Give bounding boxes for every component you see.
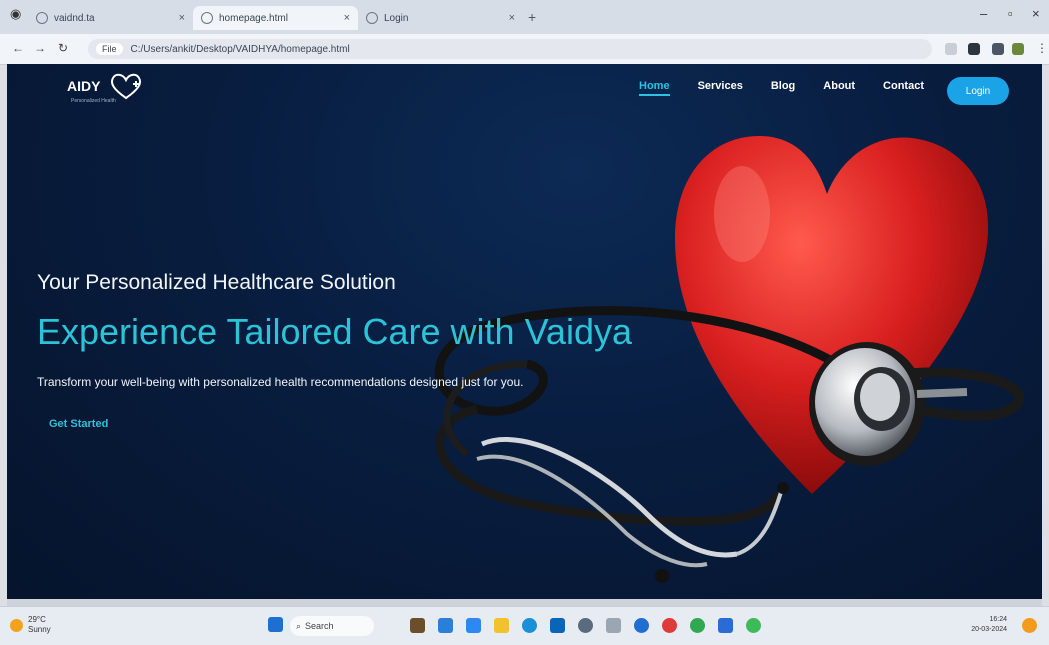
clock-time: 16:24 [989,616,1007,623]
tab-1[interactable]: vaidnd.ta × [28,6,193,30]
weather-text: Sunny [28,625,51,634]
forward-icon[interactable]: → [34,41,46,55]
tab-label: homepage.html [219,12,288,24]
browser-tab-bar: ◉ vaidnd.ta × homepage.html × Login × + … [0,0,1049,34]
horizontal-scrollbar[interactable] [7,599,1042,606]
weather-widget[interactable]: 29°C Sunny [10,615,51,635]
file-chip[interactable]: File [96,43,123,55]
weather-temp: 29°C [28,615,46,624]
search-icon: ⌕ [296,620,302,631]
url-text: C:/Users/ankit/Desktop/VAIDHYA/homepage.… [130,43,350,55]
minimize-icon[interactable]: – [980,6,987,21]
app-icon-3[interactable] [606,618,621,633]
hero-description: Transform your well-being with personali… [37,375,524,389]
start-icon[interactable] [268,617,283,632]
extension-icon[interactable] [1012,43,1024,55]
clock-date: 20-03-2024 [971,626,1007,633]
tab-label: vaidnd.ta [54,12,95,24]
url-bar[interactable]: File C:/Users/ankit/Desktop/VAIDHYA/home… [88,39,932,59]
search-placeholder: Search [305,621,334,631]
close-tab-icon[interactable]: × [509,12,515,24]
tab-2[interactable]: homepage.html × [193,6,358,30]
menu-icon[interactable]: ⋮ [1036,41,1048,55]
address-toolbar: ← → ↻ File C:/Users/ankit/Desktop/VAIDHY… [0,34,1049,65]
system-tray[interactable]: 16:24 20-03-2024 [971,615,1007,635]
globe-icon [36,12,48,24]
vscode-icon[interactable] [718,618,733,633]
bookmark-icon[interactable] [945,43,957,55]
close-window-icon[interactable]: × [1032,6,1040,21]
web-page: AIDY Personalized Health Home Services B… [7,64,1042,599]
profile-icon[interactable] [968,43,980,55]
tab-label: Login [384,12,409,24]
chrome-icon[interactable] [690,618,705,633]
app-icon-6[interactable] [746,618,761,633]
task-view-icon[interactable] [438,618,453,633]
reload-icon[interactable]: ↻ [58,41,68,55]
back-icon[interactable]: ← [12,41,24,55]
globe-icon [366,12,378,24]
app-icon-4[interactable] [634,618,649,633]
widgets-icon[interactable] [410,618,425,633]
taskbar: 29°C Sunny ⌕ Search 16:24 20-03-2024 [0,606,1049,645]
file-explorer-icon[interactable] [494,618,509,633]
edge-icon[interactable] [522,618,537,633]
hero-title: Experience Tailored Care with Vaidya [37,311,632,352]
sidebar-icon[interactable] [992,43,1004,55]
close-tab-icon[interactable]: × [179,12,185,24]
tab-3[interactable]: Login × [358,6,523,30]
notification-icon[interactable] [1022,618,1037,633]
app-icon-5[interactable] [662,618,677,633]
tab-menu-icon[interactable]: ◉ [10,6,21,22]
maximize-icon[interactable]: ▫ [1008,6,1013,21]
mail-icon[interactable] [550,618,565,633]
new-tab-button[interactable]: + [528,9,536,25]
close-tab-icon[interactable]: × [344,12,350,24]
sun-icon [10,618,23,632]
taskbar-search[interactable]: ⌕ Search [290,616,374,636]
get-started-button[interactable]: Get Started [49,418,108,430]
globe-icon [201,12,213,24]
app-icon-1[interactable] [466,618,481,633]
app-icon-2[interactable] [578,618,593,633]
